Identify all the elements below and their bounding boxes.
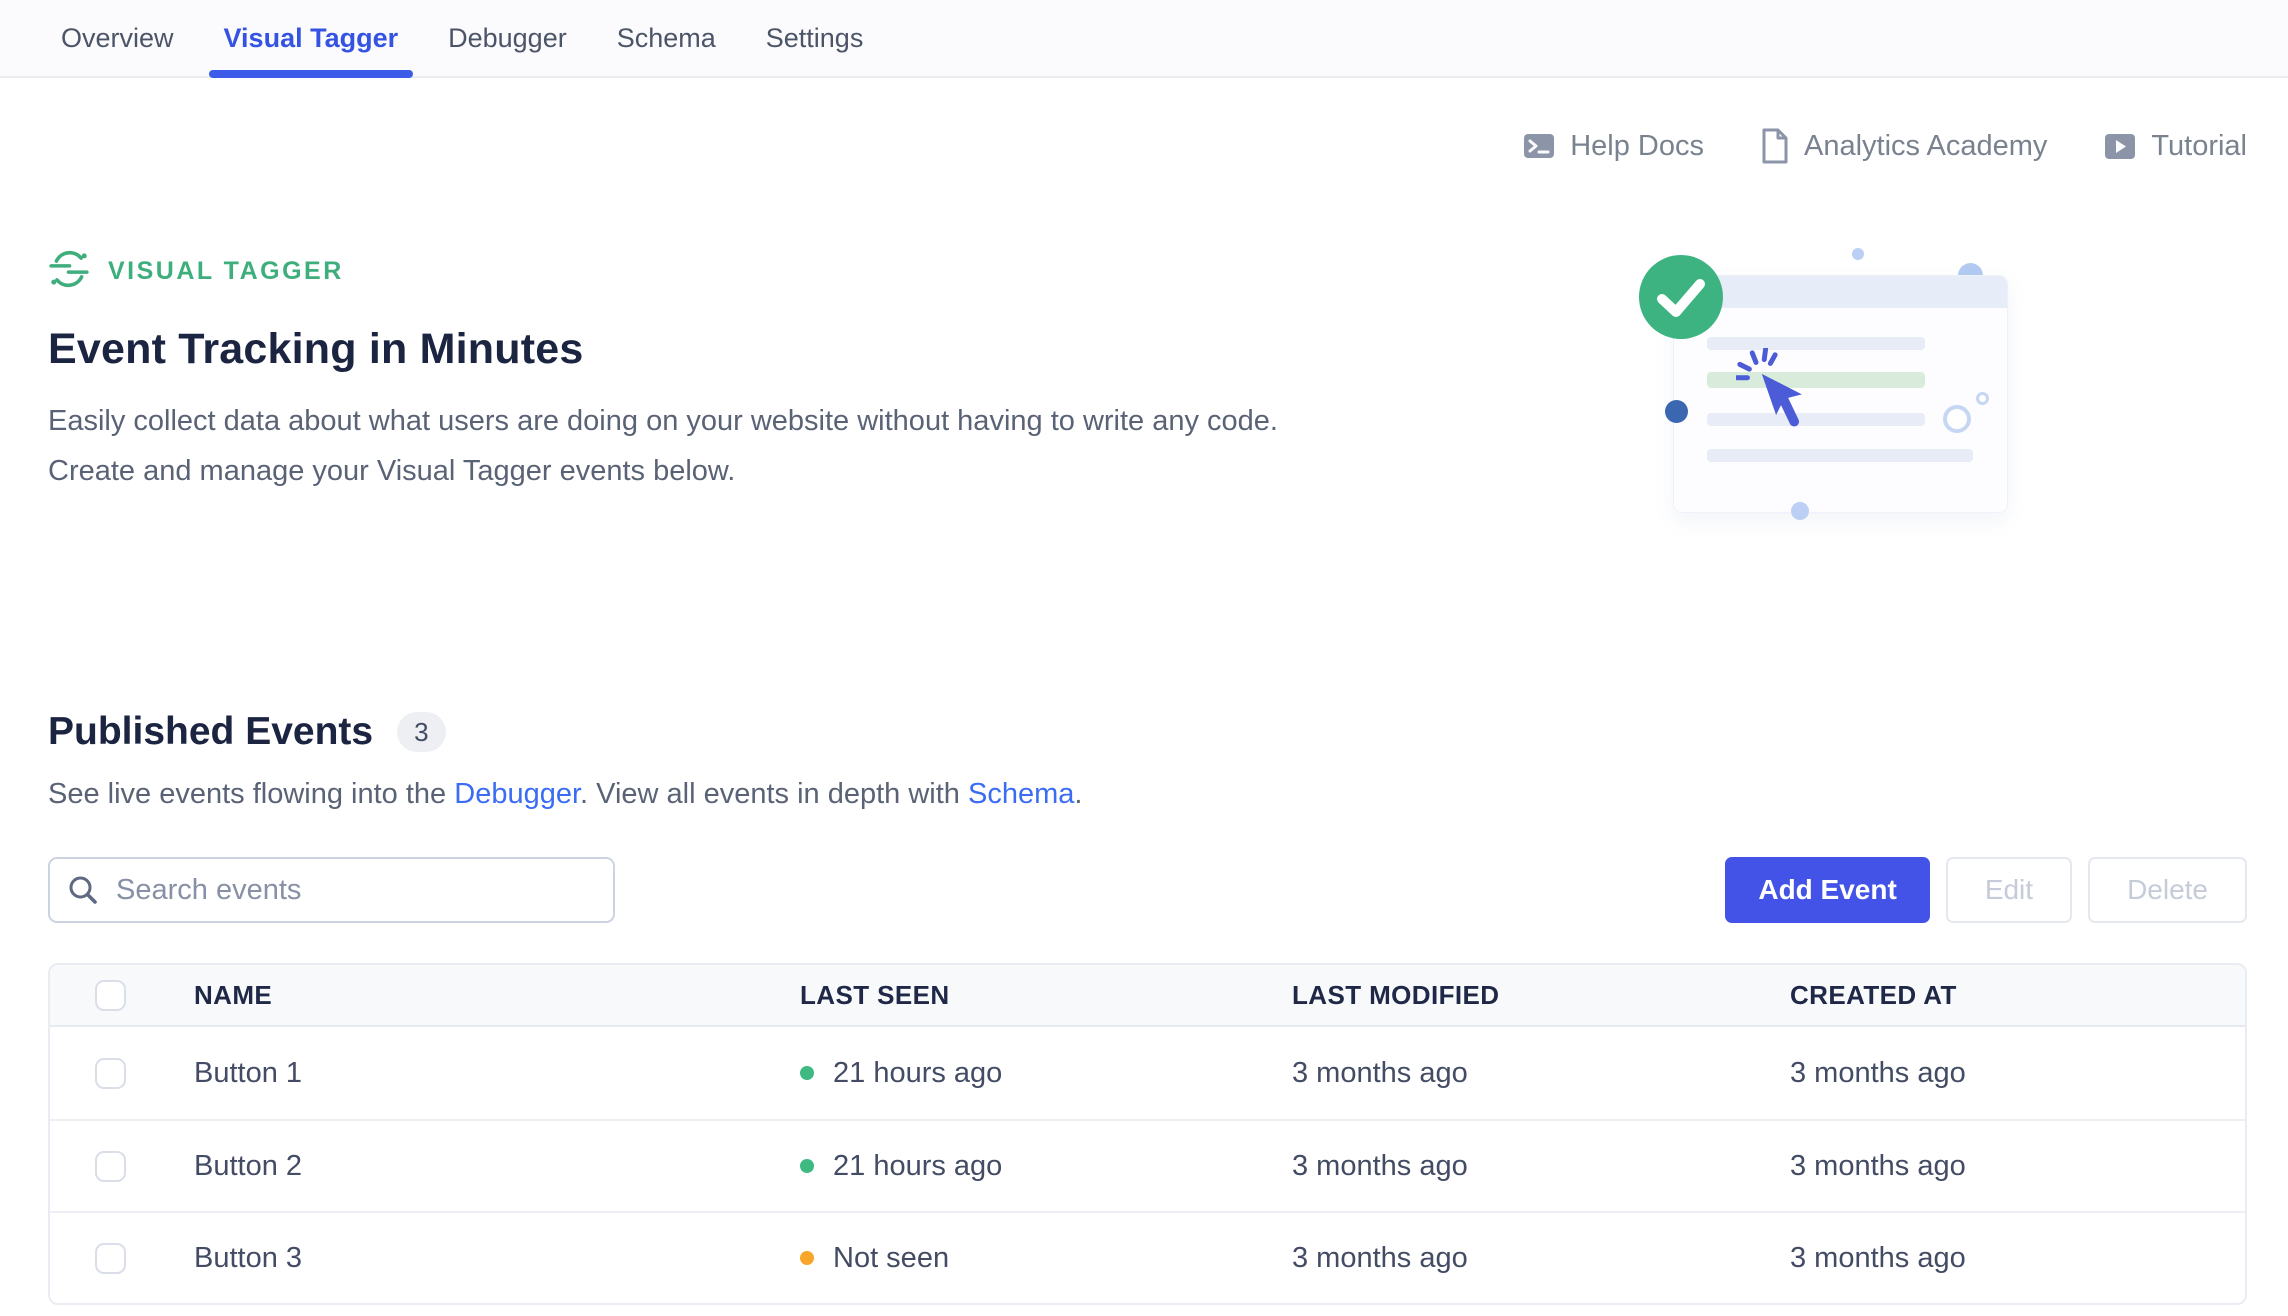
edit-button[interactable]: Edit — [1946, 857, 2072, 923]
subtitle-suffix: . — [1074, 778, 1082, 810]
tab-debugger[interactable]: Debugger — [423, 0, 592, 76]
analytics-academy-link[interactable]: Analytics Academy — [1760, 128, 2047, 164]
published-events-title: Published Events — [48, 710, 373, 754]
subtitle-prefix: See live events flowing into the — [48, 778, 454, 810]
row-checkbox[interactable] — [95, 1243, 126, 1274]
cursor-click-icon — [1736, 348, 1820, 443]
table-row[interactable]: Button 2 21 hours ago 3 months ago3 months… — [50, 1119, 2245, 1211]
column-header-last-modified: LAST MODIFIED — [1292, 965, 1790, 1027]
last-modified-cell: 3 months ago — [1292, 1027, 1790, 1119]
last-modified-cell: 3 months ago — [1292, 1211, 1790, 1303]
hero-section: VISUAL TAGGER Event Tracking in Minutes … — [48, 248, 2247, 496]
event-name-cell: Button 1 — [194, 1027, 800, 1119]
created-at-cell: 3 months ago — [1790, 1211, 2245, 1303]
last-seen-cell: 21 hours ago — [833, 1150, 1002, 1183]
hero-illustration — [1638, 248, 2108, 540]
table-row[interactable]: Button 3 Not seen 3 months ago3 months ago — [50, 1211, 2245, 1303]
row-checkbox[interactable] — [95, 1058, 126, 1089]
event-name-cell: Button 2 — [194, 1119, 800, 1211]
events-count-badge: 3 — [397, 712, 445, 753]
tab-settings[interactable]: Settings — [741, 0, 889, 76]
delete-button[interactable]: Delete — [2088, 857, 2247, 923]
tutorial-label: Tutorial — [2151, 130, 2247, 163]
seen-status-dot — [800, 1159, 814, 1173]
help-docs-link[interactable]: Help Docs — [1522, 129, 1704, 163]
column-header-name: NAME — [194, 965, 800, 1027]
decor-dot — [1852, 248, 1864, 260]
row-checkbox[interactable] — [95, 1151, 126, 1182]
last-modified-cell: 3 months ago — [1292, 1119, 1790, 1211]
help-docs-label: Help Docs — [1570, 130, 1704, 163]
debugger-link[interactable]: Debugger — [454, 778, 580, 810]
last-seen-cell: Not seen — [833, 1242, 949, 1275]
column-header-created-at: CREATED AT — [1790, 965, 2245, 1027]
play-icon — [2103, 129, 2137, 163]
published-events-section: Published Events 3 See live events flowi… — [48, 710, 2247, 1305]
decor-dot — [1665, 400, 1688, 423]
published-events-table: NAME LAST SEEN LAST MODIFIED CREATED AT … — [48, 963, 2247, 1305]
events-toolbar: Add Event Edit Delete — [48, 857, 2247, 923]
event-name-cell: Button 3 — [194, 1211, 800, 1303]
seen-status-dot — [800, 1066, 814, 1080]
tab-visual-tagger[interactable]: Visual Tagger — [199, 0, 424, 76]
subtitle-middle: . View all events in depth with — [580, 778, 968, 810]
events-table-body: Button 121 hours ago3 months ago3 months… — [50, 1027, 2245, 1303]
analytics-academy-label: Analytics Academy — [1804, 130, 2047, 163]
decor-ring — [1943, 405, 1971, 433]
tab-schema[interactable]: Schema — [592, 0, 741, 76]
search-box — [48, 857, 615, 923]
search-icon — [67, 874, 99, 906]
help-links-bar: Help Docs Analytics Academy Tutorial — [48, 128, 2247, 164]
search-input[interactable] — [48, 857, 615, 923]
tutorial-link[interactable]: Tutorial — [2103, 129, 2247, 163]
table-row[interactable]: Button 1 21 hours ago 3 months ago3 months… — [50, 1027, 2245, 1119]
table-header-row: NAME LAST SEEN LAST MODIFIED CREATED AT — [50, 965, 2245, 1027]
terminal-icon — [1522, 129, 1556, 163]
tab-overview[interactable]: Overview — [36, 0, 199, 76]
segment-logo-icon — [48, 248, 90, 295]
add-event-button[interactable]: Add Event — [1725, 857, 1929, 923]
document-icon — [1760, 128, 1790, 164]
column-header-last-seen: LAST SEEN — [800, 965, 1292, 1027]
schema-link[interactable]: Schema — [968, 778, 1074, 810]
created-at-cell: 3 months ago — [1790, 1027, 2245, 1119]
skeleton-line — [1707, 449, 1973, 462]
checkmark-circle-icon — [1638, 254, 1724, 345]
published-events-subtitle: See live events flowing into the Debugge… — [48, 778, 2247, 811]
eyebrow-label: VISUAL TAGGER — [108, 257, 344, 286]
not-seen-status-dot — [800, 1251, 814, 1265]
decor-dot — [1791, 502, 1809, 520]
last-seen-cell: 21 hours ago — [833, 1057, 1002, 1090]
page-tabs: Overview Visual Tagger Debugger Schema S… — [0, 0, 2288, 78]
decor-ring — [1976, 392, 1989, 405]
select-all-checkbox[interactable] — [95, 980, 126, 1011]
created-at-cell: 3 months ago — [1790, 1119, 2245, 1211]
